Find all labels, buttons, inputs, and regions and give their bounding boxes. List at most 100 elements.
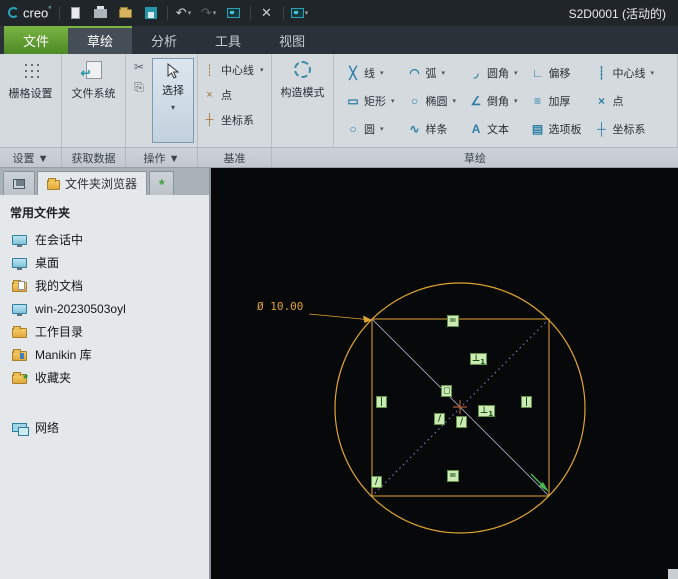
group-label-settings[interactable]: 设置 ▼ [0,148,62,167]
folder-item[interactable]: Manikin 库 [0,343,209,366]
regenerate-button[interactable] [225,4,243,22]
tool-spline[interactable]: ∿ 样条 [408,121,457,137]
tool-ellipse[interactable]: ○ 椭圆 ▾ [408,93,457,109]
tool-label: 加厚 [548,95,571,108]
group-get-data: 文件系统 [62,54,126,147]
redo-icon: ↷ [200,5,212,20]
folder-item[interactable]: 工作目录 [0,320,209,343]
open-folder-icon [119,6,132,18]
tool-label: 坐标系 [612,123,646,136]
dropdown-arrow-icon[interactable]: ▾ [514,97,518,105]
tab-file[interactable]: 文件 [4,26,69,54]
file-system-button[interactable]: 文件系统 [62,54,125,147]
folder-item[interactable]: 在会话中 [0,228,209,251]
tool-line[interactable]: ╳ 线 ▾ [346,65,395,81]
redo-button[interactable]: ↷ ▾ [200,4,218,22]
tool-text[interactable]: A 文本 [469,121,518,137]
tool-label: 偏移 [548,67,571,80]
construction-mode-button[interactable]: 构造模式 [272,54,333,147]
tab-view[interactable]: 视图 [260,26,324,54]
document-title: S2D0001 (活动的) [568,6,666,21]
navigator-panel: 文件夹浏览器 * 常用文件夹 在会话中 桌面 我的文档 win-20230503oyl… [0,168,211,579]
undo-dropdown-icon[interactable]: ▾ [188,9,192,17]
tool-csys[interactable]: ┼ 坐标系 [595,121,655,137]
thicken-icon: ≡ [534,93,542,108]
constraint-badge[interactable]: | [376,396,387,408]
folder-item[interactable]: 桌面 [0,251,209,274]
tab-folder-browser[interactable]: 文件夹浏览器 [37,171,148,195]
group-label-sketch: 草绘 [464,152,486,165]
tool-chamfer[interactable]: ∠ 倒角 ▾ [469,93,518,109]
folder-item[interactable]: 收藏夹 [0,366,209,389]
new-file-button[interactable] [67,4,85,22]
favorites-folder-icon [12,371,28,386]
group-construction: 构造模式 [272,54,334,147]
tool-arc[interactable]: ◠ 弧 ▾ [408,65,457,81]
tool-label: 点 [221,90,232,102]
tool-point[interactable]: × 点 [595,93,655,109]
folder-item[interactable]: 网络 [0,416,209,439]
centerline-icon: ┊ [597,65,606,80]
constraint-badge[interactable]: / [434,413,445,425]
redo-dropdown-icon[interactable]: ▾ [213,9,217,17]
dropdown-arrow-icon[interactable]: ▾ [260,66,264,74]
grid-settings-button[interactable]: 栅格设置 [0,54,61,147]
tab-tools[interactable]: 工具 [196,26,260,54]
constraint-badge[interactable]: ◻ [441,385,453,397]
folder-item[interactable]: win-20230503oyl [0,297,209,320]
tab-analysis[interactable]: 分析 [132,26,196,54]
copy-button[interactable]: ⎘ [134,80,144,94]
dropdown-arrow-icon[interactable]: ▾ [514,69,518,77]
constraint-badge[interactable]: ⊥1 [478,405,496,418]
open-button[interactable] [117,4,135,22]
tool-offset[interactable]: ∟ 偏移 [531,65,582,81]
select-dropdown-icon[interactable]: ▾ [171,103,175,112]
group-label-operations[interactable]: 操作 ▼ [126,148,198,167]
point-icon: × [598,93,606,108]
tool-circle[interactable]: ○ 圆 ▾ [346,121,395,137]
print-icon [94,5,107,18]
tool-centerline-datum[interactable]: ┊ 中心线 ▾ [203,62,266,78]
documents-icon [12,279,27,292]
tool-rectangle[interactable]: ▭ 矩形 ▾ [346,93,395,109]
select-button[interactable]: 选择 ▾ [152,58,194,143]
constraint-badge[interactable]: = [447,315,459,327]
tool-csys-datum[interactable]: ┼ 坐标系 [203,112,266,128]
folder-item-label: Manikin 库 [35,348,92,362]
tab-favorites[interactable]: * [149,171,175,195]
cut-button[interactable]: ✂ [134,60,144,74]
creo-logo: creo° [8,5,52,21]
group-label-get-data: 获取数据 [62,148,126,167]
tab-sketch[interactable]: 草绘 [68,26,133,54]
tool-centerline[interactable]: ┊ 中心线 ▾ [595,65,655,81]
close-window-button[interactable]: ✕ [258,4,276,22]
windows-dropdown-icon[interactable]: ▾ [305,9,309,17]
dropdown-arrow-icon[interactable]: ▾ [442,69,446,77]
tool-label: 样条 [425,123,448,136]
app-name: creo [23,5,49,21]
regenerate-icon [227,8,240,18]
graphics-area[interactable]: Ø 10.00 = ⊥1 | | ◻ / / ⊥1 = / [213,168,678,579]
ribbon-group-labels: 设置 ▼ 获取数据 操作 ▼ 基准 草绘 [0,147,678,167]
constraint-badge[interactable]: / [371,476,382,488]
tool-fillet[interactable]: ◞ 圆角 ▾ [469,65,518,81]
dropdown-arrow-icon[interactable]: ▾ [453,97,457,105]
constraint-badge[interactable]: / [456,416,467,428]
tool-point-datum[interactable]: × 点 [203,87,266,103]
constraint-badge[interactable]: = [447,470,459,482]
undo-button[interactable]: ↶ ▾ [175,4,193,22]
tab-model-tree[interactable] [3,171,35,195]
dropdown-arrow-icon[interactable]: ▾ [651,69,655,77]
dropdown-arrow-icon[interactable]: ▾ [391,97,395,105]
folder-item[interactable]: 我的文档 [0,274,209,297]
tool-thicken[interactable]: ≡ 加厚 [531,93,582,109]
dropdown-arrow-icon[interactable]: ▾ [380,69,384,77]
constraint-badge[interactable]: | [521,396,532,408]
print-button[interactable] [92,4,110,22]
dropdown-arrow-icon[interactable]: ▾ [380,125,384,133]
windows-button[interactable]: ▾ [290,4,309,22]
constraint-badge[interactable]: ⊥1 [470,353,488,366]
scroll-corner [668,569,678,579]
tool-palette[interactable]: ▤ 选项板 [531,121,582,137]
save-button[interactable] [142,4,160,22]
